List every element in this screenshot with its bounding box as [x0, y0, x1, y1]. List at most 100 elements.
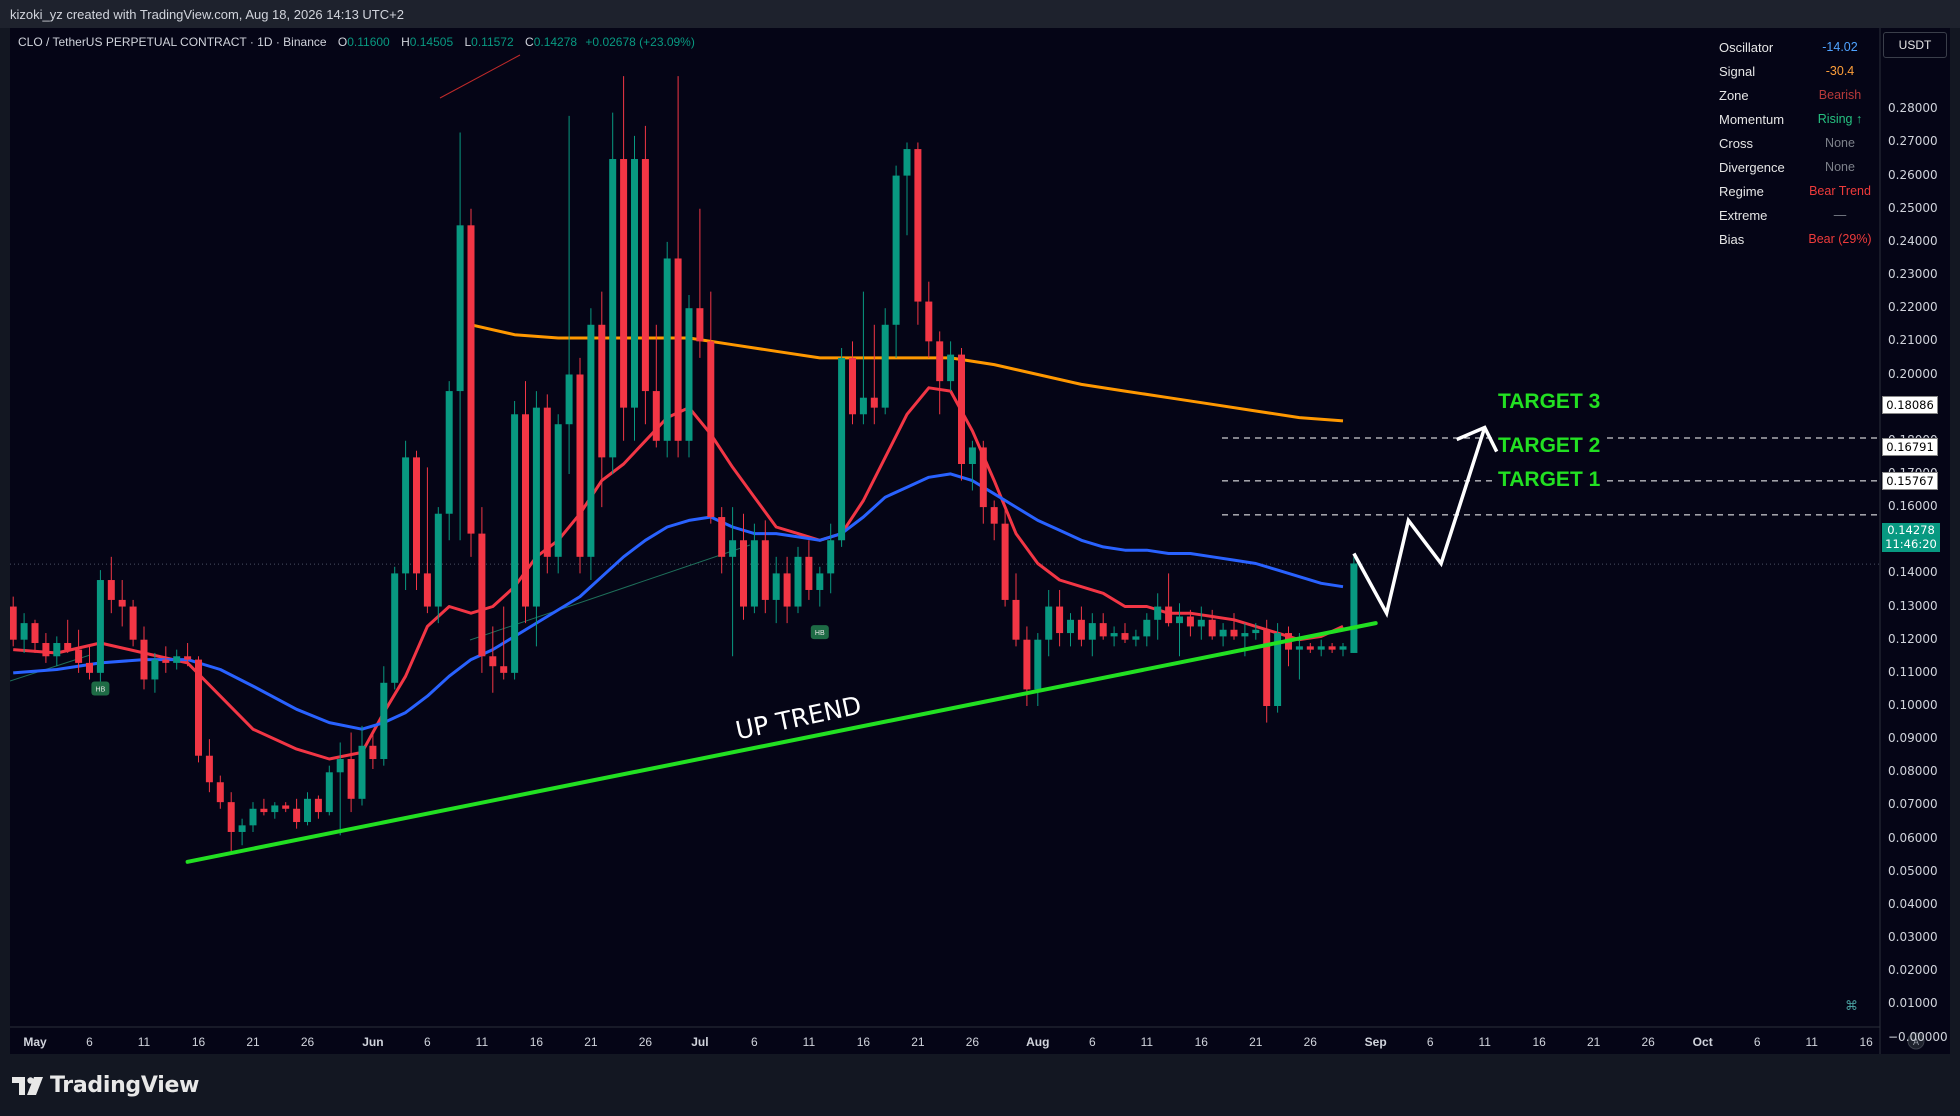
indicator-row: Regime Bear Trend — [1710, 180, 1880, 204]
indicator-row: Oscillator -14.02 — [1710, 36, 1880, 60]
time-axis-tick: 21 — [911, 1035, 925, 1049]
candle-body — [1186, 616, 1194, 627]
currency-selector[interactable]: USDT — [1883, 32, 1947, 58]
candle-body — [1088, 623, 1096, 640]
time-axis-tick: 6 — [424, 1035, 431, 1049]
price-axis-tick: 0.27000 — [1888, 134, 1938, 149]
candle-body — [1132, 636, 1140, 640]
time-axis-tick: 6 — [86, 1035, 93, 1049]
candle-body — [500, 666, 508, 673]
candle-body — [1067, 619, 1074, 634]
candle-body — [1012, 599, 1020, 640]
time-axis-tick: 21 — [246, 1035, 260, 1049]
target-2-price-tag: 0.16791 — [1882, 438, 1938, 456]
time-axis-tick: 26 — [638, 1035, 653, 1049]
time-axis-tick: 11 — [137, 1035, 151, 1049]
candle-body — [1295, 646, 1303, 650]
price-axis-tick: 0.03000 — [1888, 930, 1938, 945]
indicator-value: Rising ↑ — [1817, 112, 1863, 126]
indicator-row: Divergence None — [1710, 156, 1880, 180]
candle-body — [336, 759, 344, 773]
candle-body — [838, 357, 846, 541]
price-axis-tick: 0.20000 — [1888, 366, 1938, 381]
high-label: H — [401, 35, 410, 49]
candle-body — [729, 540, 737, 557]
time-axis-tick: 11 — [475, 1035, 489, 1049]
time-axis-tick: 16 — [191, 1035, 206, 1049]
time-axis-tick: 11 — [1805, 1035, 1818, 1049]
candle-body — [511, 414, 519, 673]
candle-body — [64, 643, 72, 650]
candle-body — [31, 623, 39, 644]
candle-body — [20, 623, 28, 640]
indicator-row: Cross None — [1710, 132, 1880, 156]
candle-body — [947, 354, 955, 382]
indicator-row: Zone Bearish — [1710, 84, 1880, 108]
candle-body — [1034, 639, 1042, 690]
open-value: 0.11600 — [347, 35, 390, 49]
candle-body — [1001, 523, 1009, 600]
settings-icon[interactable]: ⌘ — [1845, 999, 1858, 1014]
time-axis-tick: Oct — [1692, 1035, 1713, 1049]
time-axis-tick: Sep — [1364, 1035, 1387, 1049]
indicator-value: None — [1825, 160, 1855, 174]
indicator-label: Signal — [1719, 64, 1756, 79]
time-axis-tick: May — [23, 1035, 47, 1049]
time-axis-tick: 16 — [529, 1035, 544, 1049]
candle-body — [140, 639, 148, 680]
candle-body — [718, 517, 726, 557]
time-axis-tick: 6 — [751, 1035, 758, 1049]
candle-body — [870, 397, 878, 408]
candle-body — [761, 540, 769, 600]
price-axis-tick: 0.14000 — [1888, 565, 1938, 580]
time-axis-tick: 26 — [965, 1035, 980, 1049]
candle-body — [979, 447, 987, 508]
candle-body — [1230, 629, 1238, 637]
candle-body — [86, 662, 93, 673]
candle-body — [532, 407, 540, 607]
svg-text:⌘: ⌘ — [1845, 999, 1858, 1014]
tradingview-brand: TradingView — [50, 1073, 200, 1098]
time-axis-tick: 11 — [1478, 1035, 1491, 1049]
price-axis-tick: 0.12000 — [1888, 631, 1938, 646]
last-price: 0.14278 — [1887, 523, 1935, 537]
candle-body — [42, 643, 50, 657]
candle-body — [293, 808, 301, 823]
candle-body — [489, 656, 497, 667]
candle-body — [576, 374, 584, 557]
indicator-label: Oscillator — [1719, 40, 1774, 55]
symbol-name[interactable]: CLO / TetherUS PERPETUAL CONTRACT · 1D ·… — [18, 35, 327, 49]
tradingview-logo[interactable]: TradingView — [12, 1073, 199, 1098]
time-axis-tick: 21 — [584, 1035, 598, 1049]
candle-body — [903, 149, 911, 176]
candle-body — [1143, 619, 1151, 637]
candle-body — [1121, 633, 1129, 640]
candle-body — [314, 798, 322, 813]
candle-body — [391, 573, 399, 683]
candle-body — [96, 580, 104, 673]
candle-body — [358, 745, 366, 799]
indicator-row: Extreme — — [1710, 204, 1880, 228]
candle-body — [10, 606, 17, 640]
footer-bar — [0, 1054, 1960, 1116]
candle-body — [271, 805, 279, 813]
candle-body — [1208, 619, 1216, 637]
candle-body — [478, 533, 486, 657]
candle-body — [369, 745, 377, 760]
indicator-value: -14.02 — [1822, 40, 1858, 54]
candle-body — [162, 659, 170, 663]
candle-body — [304, 798, 311, 823]
candle-body — [674, 258, 682, 441]
candle-body — [456, 225, 464, 392]
candle-body — [772, 573, 780, 600]
price-axis-tick: 0.24000 — [1888, 233, 1938, 248]
price-axis-tick: 0.13000 — [1888, 598, 1938, 613]
time-axis-tick: 16 — [856, 1035, 871, 1049]
candle-body — [1045, 606, 1053, 640]
price-axis-tick: 0.26000 — [1888, 167, 1938, 182]
price-axis-tick: 0.04000 — [1888, 896, 1938, 911]
close-label: C — [525, 35, 534, 49]
projection-path — [1352, 426, 1487, 619]
candle-body — [1350, 563, 1358, 653]
change-value: +0.02678 (+23.09%) — [585, 35, 695, 49]
